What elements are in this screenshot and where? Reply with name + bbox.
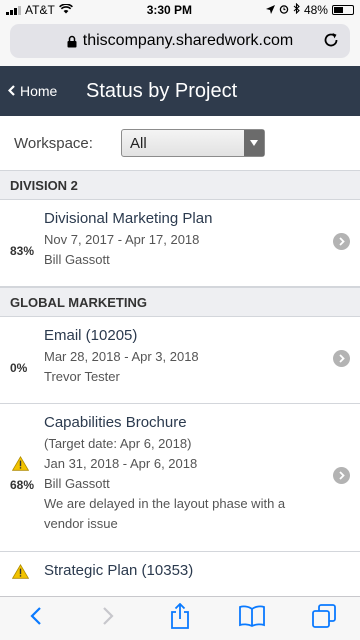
home-label: Home: [20, 83, 58, 99]
chevron-right-icon[interactable]: [333, 350, 350, 367]
project-name: Divisional Marketing Plan: [44, 210, 213, 227]
lock-icon: [67, 35, 77, 48]
section-header-global-marketing: GLOBAL MARKETING: [0, 287, 360, 317]
status-bar: AT&T 3:30 PM 48%: [0, 0, 360, 20]
reload-icon[interactable]: [322, 31, 340, 54]
project-owner: Bill Gassott: [44, 476, 110, 491]
project-row[interactable]: 68% Capabilities Brochure (Target date: …: [0, 404, 360, 552]
workspace-select-value: All: [130, 134, 147, 152]
signal-icon: [6, 5, 21, 15]
forward-button[interactable]: [88, 599, 128, 639]
battery-icon: [331, 5, 354, 15]
project-target-date: (Target date: Apr 6, 2018): [44, 436, 192, 451]
share-button[interactable]: [160, 599, 200, 639]
chevron-right-icon[interactable]: [333, 233, 350, 250]
bluetooth-icon: [293, 2, 300, 17]
workspace-label: Workspace:: [14, 134, 93, 152]
project-name: Strategic Plan (10353): [44, 562, 194, 579]
chevron-left-icon: [7, 83, 15, 99]
project-owner: Trevor Tester: [44, 369, 120, 384]
project-row[interactable]: 83% Divisional Marketing Plan Nov 7, 201…: [0, 200, 360, 287]
warning-icon: [11, 456, 30, 476]
battery-percent: 48%: [303, 3, 328, 17]
address-bar[interactable]: thiscompany.sharedwork.com: [10, 24, 350, 58]
project-dates: Mar 28, 2018 - Apr 3, 2018: [44, 349, 199, 364]
warning-icon: [11, 564, 30, 584]
back-button[interactable]: [16, 599, 56, 639]
carrier-label: AT&T: [25, 3, 55, 17]
chevron-right-icon[interactable]: [333, 467, 350, 484]
browser-url-area: thiscompany.sharedwork.com: [0, 20, 360, 66]
alarm-icon: [279, 3, 289, 17]
project-row[interactable]: 0% Email (10205) Mar 28, 2018 - Apr 3, 2…: [0, 317, 360, 404]
percent-complete: 0%: [10, 361, 28, 375]
book-icon: [239, 605, 265, 632]
tabs-icon: [312, 604, 336, 633]
share-icon: [170, 602, 190, 634]
browser-toolbar: [0, 596, 360, 640]
workspace-select[interactable]: All: [121, 129, 265, 157]
location-icon: [265, 3, 275, 17]
tabs-button[interactable]: [304, 599, 344, 639]
chevron-right-icon: [102, 606, 114, 631]
project-name: Capabilities Brochure: [44, 414, 187, 431]
clock: 3:30 PM: [146, 3, 193, 17]
chevron-left-icon: [30, 606, 42, 631]
page-title: Status by Project: [86, 79, 238, 102]
status-bar-left: AT&T: [6, 3, 73, 17]
caret-down-icon: [244, 130, 264, 156]
home-back-button[interactable]: Home: [0, 83, 86, 99]
status-bar-right: 48%: [265, 2, 354, 17]
url-text: thiscompany.sharedwork.com: [82, 32, 294, 49]
project-note: We are delayed in the layout phase with …: [44, 496, 286, 531]
section-header-division-2: DIVISION 2: [0, 170, 360, 200]
workspace-filter: Workspace: All: [0, 116, 360, 170]
project-dates: Nov 7, 2017 - Apr 17, 2018: [44, 232, 200, 247]
app-header: Home Status by Project: [0, 66, 360, 116]
wifi-icon: [58, 3, 73, 17]
project-owner: Bill Gassott: [44, 252, 110, 267]
project-dates: Jan 31, 2018 - Apr 6, 2018: [44, 456, 198, 471]
percent-complete: 83%: [10, 244, 35, 258]
percent-complete: 68%: [10, 478, 35, 492]
project-name: Email (10205): [44, 327, 138, 344]
bookmarks-button[interactable]: [232, 599, 272, 639]
